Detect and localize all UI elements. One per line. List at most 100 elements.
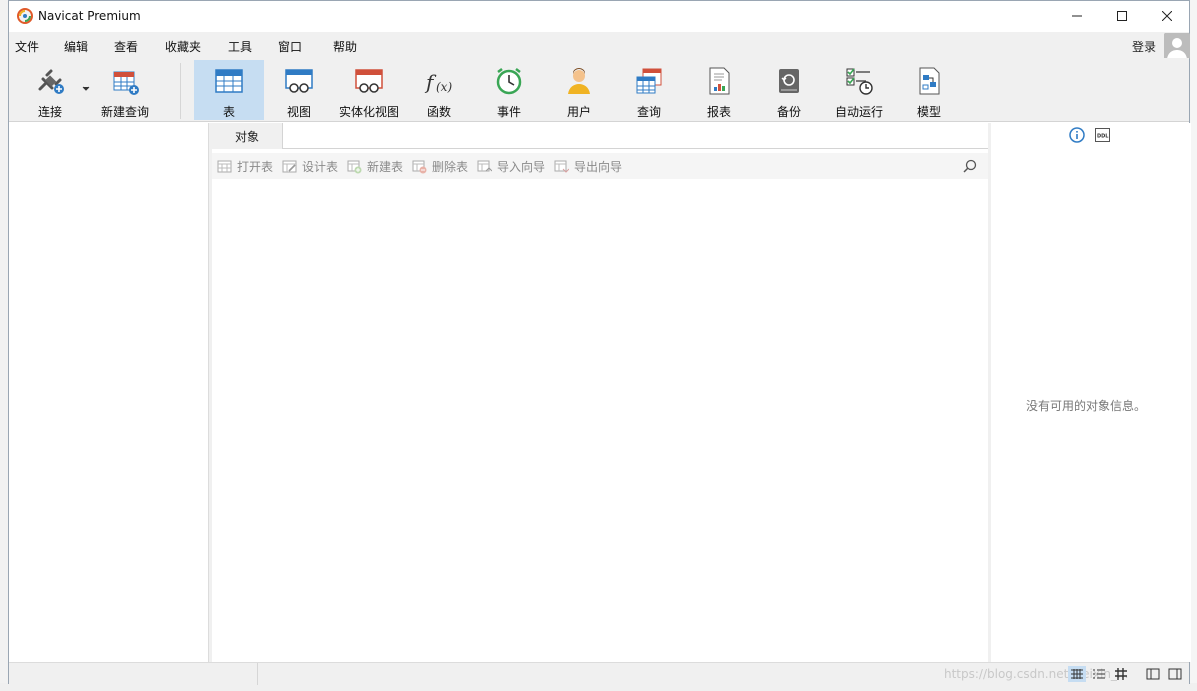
search-icon[interactable] (962, 158, 978, 174)
user-icon (568, 68, 590, 94)
new-query-label: 新建查询 (100, 105, 149, 119)
window-title: Navicat Premium (38, 9, 141, 23)
new-query-button[interactable]: 新建查询 (95, 60, 155, 120)
automation-icon (846, 68, 873, 95)
design-table-icon (282, 160, 297, 173)
info-pane: DDL 没有可用的对象信息。 (991, 123, 1191, 662)
right-pane-icon (1168, 668, 1182, 680)
user-avatar-icon (1164, 33, 1190, 59)
view-label: 视图 (286, 105, 311, 119)
export-wizard-button[interactable]: 导出向导 (554, 158, 622, 175)
menu-tools[interactable]: 工具 (228, 38, 252, 55)
delete-table-icon (412, 160, 427, 174)
close-button[interactable] (1144, 1, 1190, 31)
view-detail-button[interactable] (1112, 666, 1130, 682)
menu-bar: 文件 编辑 查看 收藏夹 工具 窗口 帮助 登录 (9, 32, 1189, 58)
avatar[interactable] (1164, 33, 1190, 59)
connect-plug-icon (38, 69, 64, 94)
status-segment-1 (9, 663, 258, 685)
automation-label: 自动运行 (834, 105, 883, 119)
toggle-left-pane-button[interactable] (1144, 666, 1162, 682)
connect-label: 连接 (37, 105, 62, 119)
function-icon: f (x) (424, 70, 452, 94)
left-pane-icon (1146, 668, 1160, 680)
navicat-window: Navicat Premium 文件 编辑 查看 收藏夹 工具 窗口 帮助 登录 (8, 0, 1191, 685)
background-window-edge (0, 0, 8, 691)
design-table-button[interactable]: 设计表 (282, 158, 338, 175)
toggle-right-pane-button[interactable] (1166, 666, 1184, 682)
event-label: 事件 (496, 105, 521, 119)
export-wizard-icon (554, 160, 569, 173)
object-list[interactable] (212, 179, 988, 662)
report-label: 报表 (706, 105, 731, 119)
toolbar-function-button[interactable]: f (x) 函数 (404, 60, 474, 120)
toolbar-model-button[interactable]: 模型 (894, 60, 964, 120)
ddl-icon[interactable]: DDL (1095, 128, 1110, 142)
status-bar: https://blog.csdn.net/weixin_... (9, 662, 1189, 685)
tab-strip: 对象 (212, 123, 988, 149)
menu-favorites[interactable]: 收藏夹 (165, 38, 201, 55)
chevron-down-icon[interactable] (82, 86, 90, 92)
ddl-label: DDL (1097, 134, 1109, 140)
menu-view[interactable]: 查看 (114, 38, 138, 55)
detail-view-icon (1115, 668, 1127, 680)
query-icon (636, 68, 662, 94)
tab-objects[interactable]: 对象 (212, 123, 282, 149)
connection-tree-pane[interactable] (9, 123, 209, 662)
object-toolbar: 打开表 设计表 新建表 删除表 导入向导 导出向导 (212, 153, 988, 179)
navicat-logo-icon (17, 8, 33, 24)
toolbar-table-button[interactable]: 表 (194, 60, 264, 120)
menu-edit[interactable]: 编辑 (64, 38, 88, 55)
delete-table-button[interactable]: 删除表 (412, 158, 468, 175)
minimize-icon (1072, 15, 1082, 17)
export-wizard-label: 导出向导 (574, 160, 623, 174)
backup-label: 备份 (776, 105, 801, 119)
menu-file[interactable]: 文件 (15, 38, 39, 55)
import-wizard-button[interactable]: 导入向导 (477, 158, 545, 175)
tab-strip-empty (282, 123, 988, 149)
event-alarm-icon (496, 68, 522, 95)
backup-icon (779, 69, 799, 93)
toolbar-materialized-view-button[interactable]: 实体化视图 (334, 60, 404, 120)
view-grid-button[interactable] (1068, 666, 1086, 682)
empty-info-message: 没有可用的对象信息。 (1025, 399, 1146, 413)
toolbar-automation-button[interactable]: 自动运行 (824, 60, 894, 120)
new-query-icon (113, 71, 139, 95)
list-view-icon (1093, 669, 1105, 679)
info-icon[interactable] (1069, 127, 1085, 143)
view-icon (285, 69, 313, 93)
new-table-button[interactable]: 新建表 (347, 158, 403, 175)
main-toolbar: 连接 新建查询 表 视图 实体化视图 f (x) 函数 事件 用户 查询 报表 … (9, 58, 1189, 122)
user-label: 用户 (566, 105, 591, 119)
maximize-button[interactable] (1099, 1, 1145, 31)
svg-text:(x): (x) (436, 80, 452, 94)
close-icon (1162, 11, 1172, 21)
toolbar-backup-button[interactable]: 备份 (754, 60, 824, 120)
table-label: 表 (222, 105, 235, 119)
toolbar-report-button[interactable]: 报表 (684, 60, 754, 120)
toolbar-user-button[interactable]: 用户 (544, 60, 614, 120)
toolbar-event-button[interactable]: 事件 (474, 60, 544, 120)
menu-help[interactable]: 帮助 (333, 38, 357, 55)
minimize-button[interactable] (1054, 1, 1100, 31)
materialized-view-label: 实体化视图 (338, 105, 399, 119)
object-pane: 对象 打开表 设计表 新建表 删除表 导入向导 导出向导 (212, 123, 988, 662)
function-label: 函数 (426, 105, 451, 119)
view-list-button[interactable] (1090, 666, 1108, 682)
open-table-label: 打开表 (237, 160, 274, 174)
title-bar: Navicat Premium (9, 1, 1189, 32)
login-button[interactable]: 登录 (1132, 38, 1156, 55)
import-wizard-label: 导入向导 (497, 160, 546, 174)
open-table-button[interactable]: 打开表 (217, 158, 273, 175)
toolbar-query-button[interactable]: 查询 (614, 60, 684, 120)
open-table-icon (217, 160, 232, 173)
grid-view-icon (1071, 669, 1083, 679)
menu-window[interactable]: 窗口 (278, 38, 302, 55)
maximize-icon (1117, 11, 1127, 21)
toolbar-divider (180, 63, 181, 119)
toolbar-view-button[interactable]: 视图 (264, 60, 334, 120)
new-table-label: 新建表 (367, 160, 404, 174)
connect-button[interactable]: 连接 (27, 60, 73, 120)
design-table-label: 设计表 (302, 160, 339, 174)
model-icon (919, 67, 940, 95)
